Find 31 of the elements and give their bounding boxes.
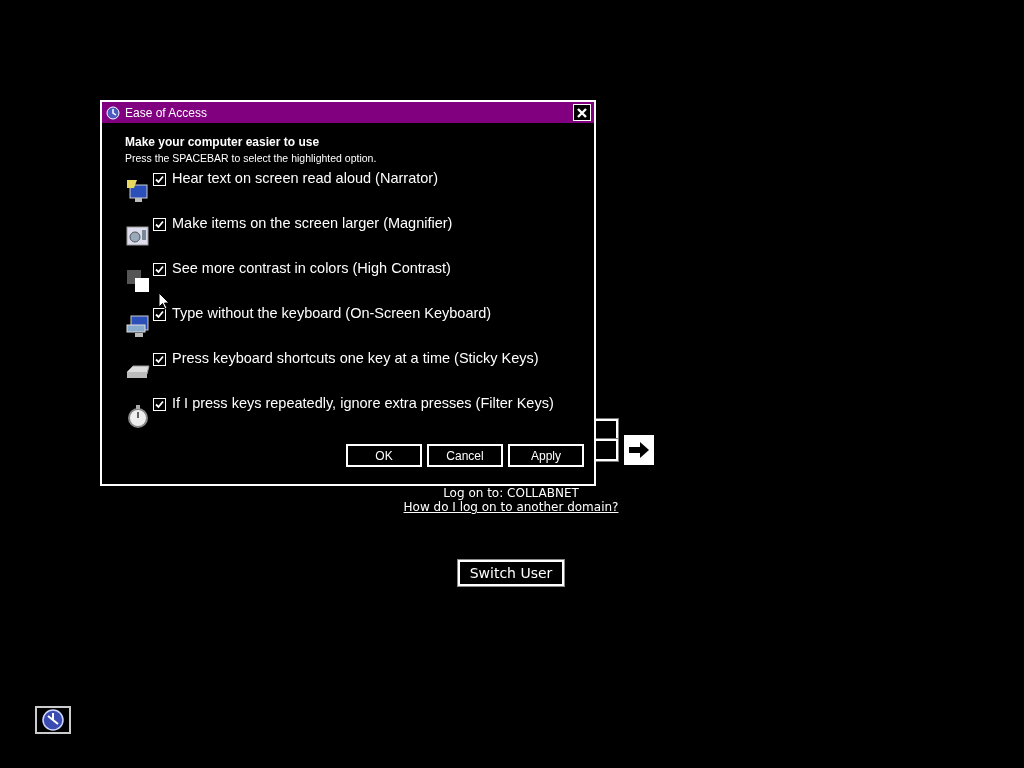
apply-button[interactable]: Apply xyxy=(508,444,584,467)
cancel-button[interactable]: Cancel xyxy=(427,444,503,467)
checkbox[interactable] xyxy=(153,308,166,321)
close-icon xyxy=(576,106,588,119)
checkbox[interactable] xyxy=(153,218,166,231)
instruction-text: Press the SPACEBAR to select the highlighted option. xyxy=(125,152,378,164)
arrow-icon xyxy=(628,441,650,459)
submit-button[interactable] xyxy=(624,435,654,465)
switch-user-button[interactable]: Switch User xyxy=(457,560,565,586)
ease-of-access-button[interactable] xyxy=(35,706,71,734)
option-label[interactable]: Press keyboard shortcuts one key at a time (Sticky Keys) xyxy=(172,350,539,366)
checkbox[interactable] xyxy=(153,263,166,276)
option-label[interactable]: See more contrast in colors (High Contrast) xyxy=(172,260,451,276)
checkbox[interactable] xyxy=(153,173,166,186)
help-link[interactable]: How do I log on to another domain? xyxy=(403,500,619,514)
option-label[interactable]: Hear text on screen read aloud (Narrator) xyxy=(172,170,438,186)
option-label[interactable]: Type without the keyboard (On-Screen Keyboard) xyxy=(172,305,492,321)
ok-button[interactable]: OK xyxy=(346,444,422,467)
domain-text: Log on to: COLLABNET xyxy=(443,487,579,500)
option-label[interactable]: If I press keys repeatedly, ignore extra presses (Filter Keys) xyxy=(172,395,554,411)
contrast-squares-icon xyxy=(125,268,151,294)
checkbox[interactable] xyxy=(153,398,166,411)
window-title: Ease of Access xyxy=(125,105,209,120)
checkbox[interactable] xyxy=(153,353,166,366)
stopwatch-icon xyxy=(125,403,151,429)
monitor-speaker-icon xyxy=(125,178,151,204)
dialog-heading: Make your computer easier to use xyxy=(125,135,321,149)
mouse-cursor-icon xyxy=(158,292,170,310)
close-button[interactable] xyxy=(573,104,591,121)
keyboard-monitor-icon xyxy=(125,313,151,339)
option-label[interactable]: Make items on the screen larger (Magnifier) xyxy=(172,215,453,231)
